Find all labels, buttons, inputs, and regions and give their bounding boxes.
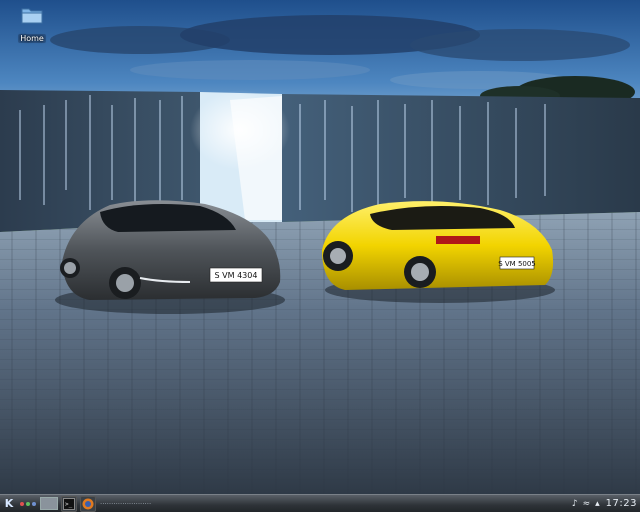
browser-icon bbox=[82, 498, 94, 509]
volume-icon[interactable]: ♪ bbox=[572, 497, 578, 511]
desktop-icon-label: Home bbox=[18, 34, 46, 43]
desktop-wallpaper: S VM 4304 S VM 5005 bbox=[0, 0, 640, 494]
terminal-icon: >_ bbox=[63, 497, 75, 510]
virtual-desktop-button[interactable] bbox=[40, 497, 58, 510]
gray-car-plate: S VM 4304 bbox=[215, 271, 258, 280]
pager-dot-1[interactable] bbox=[20, 501, 24, 506]
tray-expand-icon[interactable]: ▴ bbox=[595, 497, 600, 511]
network-icon[interactable]: ≈ bbox=[583, 497, 591, 511]
desktop-icon-home[interactable]: Home bbox=[14, 6, 50, 45]
taskbar-task-terminal[interactable]: >_ bbox=[61, 495, 77, 512]
desktop-pager[interactable] bbox=[19, 501, 37, 506]
home-folder-icon bbox=[21, 6, 43, 24]
pager-dot-2[interactable] bbox=[26, 501, 30, 506]
svg-text:>_: >_ bbox=[65, 501, 73, 508]
system-tray: ♪ ≈ ▴ 17:23 bbox=[567, 497, 637, 511]
taskbar: K >_ ······················· ♪ ≈ ▴ 17:23 bbox=[0, 494, 640, 512]
task-manager-area[interactable]: ······················· bbox=[100, 497, 567, 511]
clock[interactable]: 17:23 bbox=[606, 497, 637, 511]
yellow-car-plate: S VM 5005 bbox=[498, 260, 536, 268]
taskbar-task-browser[interactable] bbox=[80, 495, 96, 512]
pager-dot-3[interactable] bbox=[32, 501, 36, 506]
kde-menu-icon[interactable]: K bbox=[2, 497, 16, 511]
